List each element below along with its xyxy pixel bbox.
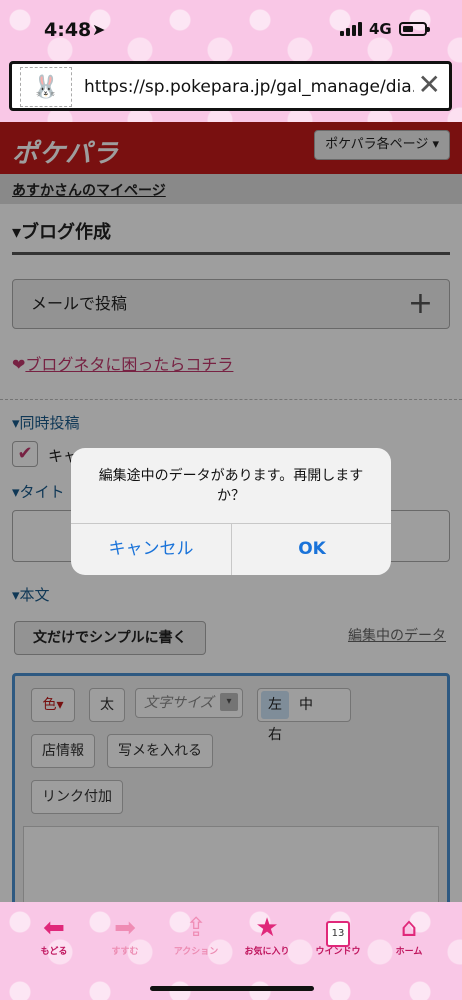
window-icon: 13 [305, 912, 371, 947]
status-bar: 4:48 ➤ 4G [0, 0, 462, 58]
nav-back-label: もどる [40, 947, 68, 957]
location-arrow-icon: ➤ [92, 20, 106, 39]
star-icon: ★ [255, 913, 279, 943]
arrow-left-icon: ⬅ [43, 913, 65, 943]
resume-dialog: 編集途中のデータがあります。再開しますか？ キャンセル OK [71, 448, 391, 575]
nav-home[interactable]: ⌂ ホーム [376, 912, 442, 968]
signal-bars-icon [340, 22, 362, 36]
nav-forward[interactable]: ➡ すすむ [92, 912, 158, 968]
nav-back[interactable]: ⬅ もどる [21, 912, 87, 968]
network-type: 4G [369, 20, 392, 38]
nav-favorites[interactable]: ★ お気に入り [234, 912, 300, 968]
dialog-message: 編集途中のデータがあります。再開しますか？ [98, 468, 364, 504]
nav-window[interactable]: 13 ウインドウ [305, 912, 371, 968]
share-icon: ⇪ [185, 913, 207, 943]
arrow-right-icon: ➡ [114, 913, 136, 943]
status-time: 4:48 [44, 19, 92, 41]
home-indicator [150, 986, 314, 991]
nav-favorites-label: お気に入り [244, 947, 290, 957]
nav-home-label: ホーム [395, 947, 423, 957]
url-text[interactable]: https://sp.pokepara.jp/gal_manage/dia... [84, 77, 414, 97]
browser-chrome: 4:48 ➤ 4G 🐰 https://sp.pokepara.jp/gal_m… [0, 0, 462, 122]
bunny-logo-icon: 🐰 [20, 67, 72, 107]
nav-window-label: ウインドウ [315, 947, 361, 957]
nav-action[interactable]: ⇪ アクション [163, 912, 229, 968]
url-bar[interactable]: 🐰 https://sp.pokepara.jp/gal_manage/dia.… [9, 61, 452, 111]
nav-forward-label: すすむ [111, 947, 139, 957]
home-icon: ⌂ [400, 913, 418, 943]
ok-button[interactable]: OK [232, 524, 391, 575]
nav-action-label: アクション [173, 947, 219, 957]
cancel-button[interactable]: キャンセル [71, 524, 231, 575]
close-icon[interactable]: ✕ [418, 70, 441, 100]
battery-icon [399, 22, 430, 36]
